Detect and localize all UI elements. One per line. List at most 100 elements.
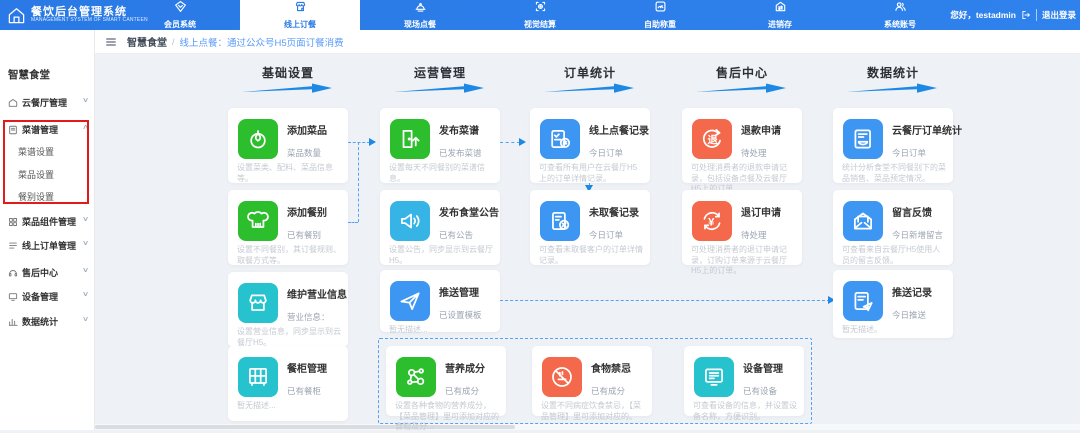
card-food-taboos[interactable]: 食物禁忌 已有成分 设置不同病症饮食禁忌，【菜品管理】里可添加对应的。 <box>532 346 652 421</box>
nav-divider <box>1035 9 1037 21</box>
sidebar-item-meal-type-settings[interactable]: 餐别设置 <box>0 187 95 205</box>
connector-line <box>500 300 830 301</box>
sidebar-header: 智慧食堂 <box>8 69 50 81</box>
sidebar-item-online-orders[interactable]: 线上订单管理 ∨ <box>0 235 95 255</box>
connector-arrow <box>369 138 380 146</box>
announcement-icon <box>390 201 430 241</box>
headset-icon <box>8 265 18 283</box>
chevron-down-icon: ∨ <box>81 240 90 247</box>
collapse-sidebar-icon[interactable] <box>105 36 117 48</box>
card-unclaimed-meal-records[interactable]: 未取餐记录 今日订单 可查看未取餐客户的订单详情记录。 <box>530 190 650 265</box>
breadcrumb-current: 线上点餐：通过公众号H5页面订餐消费 <box>179 37 344 49</box>
sidebar-item-dish-settings[interactable]: 菜品设置 <box>0 165 95 183</box>
chevron-up-icon: ∧ <box>81 124 90 131</box>
card-refund-request[interactable]: 退 退款申请 待处理 可处理消费者的退款申请记录，包括设备点餐及云餐厅H5上的订… <box>682 108 802 193</box>
nav-item-system-account[interactable]: 系统账号 <box>840 0 960 30</box>
connector-line <box>500 142 520 143</box>
card-push-records[interactable]: 推送记录 今日推送 暂无描述。 <box>833 270 953 338</box>
dish-icon <box>238 119 278 159</box>
breadcrumb-separator: / <box>172 36 175 47</box>
sidebar: 智慧食堂 云餐厅管理 ∨ 菜谱管理 ∧ 菜谱设置 菜品设置 餐别设置 菜品组件管… <box>0 30 95 430</box>
chevron-down-icon: ∨ <box>81 97 90 104</box>
nav-item-online-ordering[interactable]: 线上订餐 <box>240 0 360 30</box>
nav-item-inventory[interactable]: 进销存 <box>720 0 840 30</box>
chevron-down-icon: ∨ <box>81 291 90 298</box>
card-add-meal-type[interactable]: 添加餐别 已有餐别 设置不同餐别，其订餐规则、取餐方式等。 <box>228 190 348 265</box>
column-header-data-stats: 数据统计 <box>833 64 953 93</box>
sidebar-item-data-statistics[interactable]: 数据统计 ∨ <box>0 311 95 331</box>
chef-hat-icon <box>238 201 278 241</box>
food-taboo-icon <box>542 357 582 397</box>
header-arrow-icon <box>847 83 937 93</box>
card-online-order-records[interactable]: 线上点餐记录 今日订单 可查看所有用户在云餐厅H5上的订单详情记录。 <box>530 108 650 183</box>
nav-item-self-weighing[interactable]: 自助称重 <box>600 0 720 30</box>
card-canteen-announcement[interactable]: 发布食堂公告 已有公告 设置公告，同步显示到云餐厅H5。 <box>380 190 500 265</box>
column-header-operations: 运营管理 <box>380 64 500 93</box>
push-icon <box>390 281 430 321</box>
sidebar-item-device-management[interactable]: 设备管理 ∨ <box>0 286 95 306</box>
cabinet-icon <box>238 357 278 397</box>
self-weigh-icon <box>654 0 667 18</box>
sidebar-item-dish-components[interactable]: 菜品组件管理 ∨ <box>0 211 95 231</box>
connector-line <box>358 142 359 222</box>
card-device-management[interactable]: 设备管理 已有设备 可查看设备的信息，并设置设备名称，方便识别。 <box>684 346 804 421</box>
card-nutrition-components[interactable]: 营养成分 已有成分 设置各种食物的营养成分，【菜品管理】里可添加对应的食物及分.… <box>386 346 506 431</box>
logout-button[interactable]: 退出登录 <box>1042 9 1076 21</box>
column-header-order-stats: 订单统计 <box>530 64 650 93</box>
chevron-down-icon: ∨ <box>81 316 90 323</box>
sidebar-item-menu-settings[interactable]: 菜谱设置 <box>0 142 95 160</box>
horizontal-scrollbar[interactable] <box>95 424 1080 430</box>
card-publish-menu[interactable]: 发布菜谱 已发布菜谱 设置每天不同餐别的菜谱信息。 <box>380 108 500 183</box>
account-icon <box>894 0 907 18</box>
missed-order-icon <box>540 201 580 241</box>
nav-item-member-system[interactable]: 会员系统 <box>120 0 240 30</box>
components-icon <box>8 214 18 232</box>
chevron-down-icon: ∨ <box>81 216 90 223</box>
exit-door-icon <box>1021 10 1031 20</box>
card-message-feedback[interactable]: 留言反馈 今日新增留言 可查看来自云餐厅H5使用人员的留言反馈。 <box>833 190 953 265</box>
card-push-management[interactable]: 推送管理 已设置模板 暂无描述... <box>380 270 500 334</box>
card-add-dish[interactable]: 添加菜品 菜品数量 设置菜类、配料、菜品信息等。 <box>228 108 348 183</box>
chart-icon <box>8 314 18 332</box>
top-navbar: 餐饮后台管理系统 MANAGEMENT SYSTEM OF SMART CANT… <box>0 0 1080 30</box>
canteen-logo-icon <box>7 6 26 25</box>
monitor-icon <box>8 289 18 307</box>
menu-book-icon <box>8 122 18 140</box>
nav-item-visual-checkout[interactable]: 视觉结算 <box>480 0 600 30</box>
navbar-right: 您好，testadmin 退出登录 <box>950 0 1076 30</box>
breadcrumb-root[interactable]: 智慧食堂 <box>127 34 167 49</box>
svg-text:退: 退 <box>707 134 718 146</box>
order-stats-icon <box>843 119 883 159</box>
card-cloud-order-statistics[interactable]: 云餐厅订单统计 今日订单 统计分析食堂不同餐别下的菜品销售、菜品预定情况。 <box>833 108 962 183</box>
header-arrow-icon <box>544 83 634 93</box>
device-icon <box>694 357 734 397</box>
sidebar-item-after-sales[interactable]: 售后中心 ∨ <box>0 262 95 282</box>
header-arrow-icon <box>696 83 786 93</box>
inventory-icon <box>774 0 787 18</box>
publish-menu-icon <box>390 119 430 159</box>
main-content: 基础设置 运营管理 订单统计 售后中心 数据统计 添加菜品 菜品数量 设置菜类、… <box>95 54 1080 431</box>
member-icon <box>174 0 187 18</box>
connector-line <box>348 142 370 143</box>
nav-menu: 会员系统 线上订餐 现场点餐 视觉结算 自助称重 进销存 系统账号 <box>120 0 960 30</box>
breadcrumb: 智慧食堂 / 线上点餐：通过公众号H5页面订餐消费 <box>95 30 1080 54</box>
column-header-basic-settings: 基础设置 <box>228 64 348 93</box>
user-greeting: 您好，testadmin <box>950 10 1016 20</box>
order-list-icon <box>8 238 18 256</box>
header-arrow-icon <box>242 83 332 93</box>
card-cancellation-request[interactable]: ¥ 退订申请 待处理 可处理消费者的退订申请记录，订购订单来源于云餐厅H5上的订… <box>682 190 802 275</box>
onsite-order-icon <box>414 0 427 18</box>
sidebar-item-cloud-restaurant[interactable]: 云餐厅管理 ∨ <box>0 92 95 112</box>
visual-checkout-icon <box>534 0 547 18</box>
svg-text:¥: ¥ <box>708 216 715 228</box>
nav-item-onsite-ordering[interactable]: 现场点餐 <box>360 0 480 30</box>
card-business-info[interactable]: 维护营业信息 营业信息： 设置营业信息，同步显示到云餐厅H5。 <box>228 272 348 347</box>
connector-arrow <box>519 138 530 146</box>
column-header-after-sales: 售后中心 <box>682 64 802 93</box>
order-record-icon <box>540 119 580 159</box>
card-cabinet-management[interactable]: 餐柜管理 已有餐柜 暂无描述... <box>228 346 348 421</box>
connector-line <box>348 222 358 223</box>
online-order-icon <box>294 0 307 18</box>
push-record-icon <box>843 281 883 321</box>
sidebar-item-menu-management[interactable]: 菜谱管理 ∧ <box>0 119 95 139</box>
